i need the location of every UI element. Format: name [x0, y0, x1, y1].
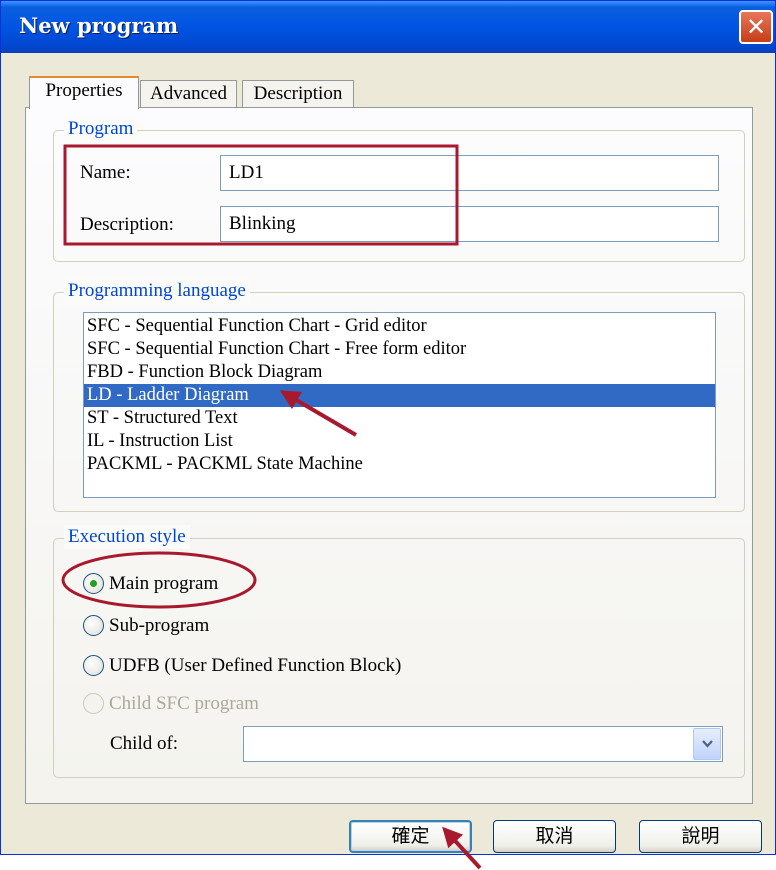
description-label: Description: [80, 214, 174, 235]
execution-style-legend: Execution style [64, 525, 190, 549]
dialog-title: New program [19, 13, 179, 38]
child-sfc-program-radio: Child SFC program [83, 690, 343, 720]
name-label: Name: [80, 162, 131, 183]
list-item[interactable]: IL - Instruction List [84, 430, 715, 453]
main-program-label: Main program [109, 573, 219, 594]
radio-circle [83, 693, 104, 714]
list-item[interactable]: FBD - Function Block Diagram [84, 361, 715, 384]
child-sfc-program-label: Child SFC program [109, 693, 259, 714]
help-button[interactable]: 說明 [639, 820, 762, 853]
programming-language-group: Programming language SFC - Sequential Fu… [53, 279, 745, 512]
tab-advanced[interactable]: Advanced [140, 80, 237, 108]
cancel-button[interactable]: 取消 [493, 820, 616, 853]
list-item[interactable]: SFC - Sequential Function Chart - Grid e… [84, 315, 715, 338]
tab-description[interactable]: Description [242, 80, 354, 108]
child-of-dropdown[interactable] [243, 726, 723, 762]
close-icon[interactable]: ✕ [739, 10, 773, 44]
child-of-label: Child of: [110, 733, 179, 754]
name-field[interactable]: LD1 [220, 155, 719, 191]
main-program-radio[interactable]: Main program [83, 570, 283, 600]
radio-circle [83, 655, 104, 676]
list-item[interactable]: PACKML - PACKML State Machine [84, 453, 715, 476]
properties-panel: Program Name: LD1 Description: Blinking … [25, 107, 753, 804]
sub-program-label: Sub-program [109, 615, 210, 636]
list-item[interactable]: ST - Structured Text [84, 407, 715, 430]
sub-program-radio[interactable]: Sub-program [83, 612, 283, 642]
new-program-dialog: New program ✕ Properties Advanced Descri… [0, 0, 776, 855]
tab-properties[interactable]: Properties [29, 76, 139, 109]
chevron-down-icon[interactable] [693, 728, 721, 760]
radio-checked-dot [90, 580, 97, 587]
program-group-legend: Program [64, 117, 138, 141]
programming-language-legend: Programming language [64, 279, 250, 303]
radio-circle [83, 573, 104, 594]
radio-circle [83, 615, 104, 636]
udfb-radio[interactable]: UDFB (User Defined Function Block) [83, 652, 503, 682]
udfb-label: UDFB (User Defined Function Block) [109, 655, 402, 676]
language-listbox[interactable]: SFC - Sequential Function Chart - Grid e… [83, 312, 716, 498]
description-field[interactable]: Blinking [220, 206, 719, 242]
list-item-selected[interactable]: LD - Ladder Diagram [84, 384, 715, 407]
execution-style-group: Execution style Main program Sub-program… [53, 525, 745, 778]
program-group: Program Name: LD1 Description: Blinking [53, 117, 745, 262]
ok-button[interactable]: 確定 [349, 820, 472, 853]
title-bar[interactable]: New program ✕ [1, 1, 775, 53]
list-item[interactable]: SFC - Sequential Function Chart - Free f… [84, 338, 715, 361]
